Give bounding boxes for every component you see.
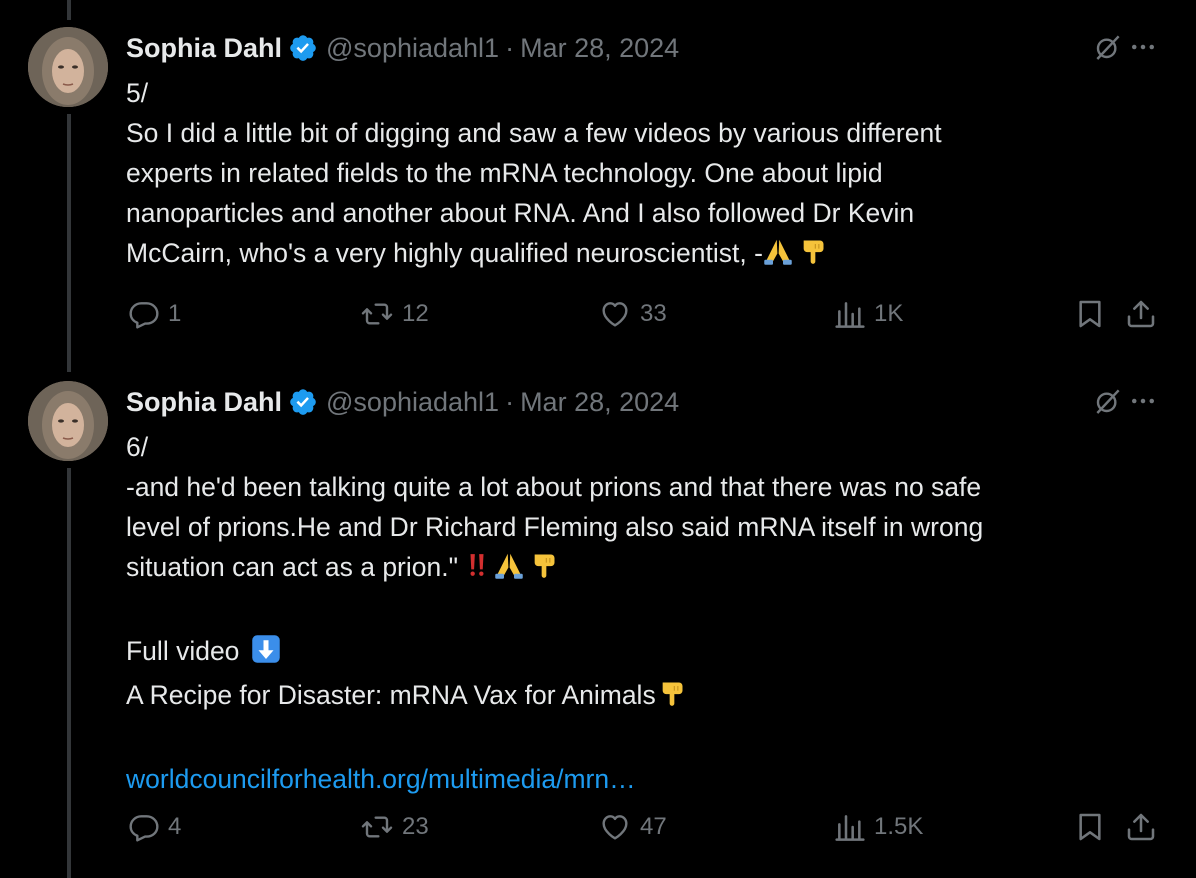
views-icon [834, 811, 866, 843]
external-link[interactable]: worldcouncilforhealth.org/multimedia/mrn… [126, 764, 636, 794]
tweet-text-line-with-emoji: situation can act as a prion." [126, 547, 1136, 591]
grok-icon[interactable] [1092, 385, 1124, 422]
video-title-line: A Recipe for Disaster: mRNA Vax for Anim… [126, 675, 1136, 719]
more-icon[interactable] [1128, 386, 1158, 421]
down-arrow-emoji [251, 634, 281, 675]
reply-count: 4 [168, 813, 182, 840]
repost-button[interactable]: 23 [360, 811, 429, 843]
tweet-text-line: situation can act as a prion." [126, 552, 459, 582]
tweet-6[interactable]: Sophia Dahl @sophiadahl1 · Mar 28, 2024 … [0, 0, 1196, 878]
verified-badge-icon[interactable] [288, 387, 318, 417]
reply-icon [128, 811, 160, 843]
tweet-number: 6/ [126, 432, 149, 462]
tweet-text-line: -and he'd been talking quite a lot about… [126, 472, 982, 502]
pointing-down-emoji [530, 550, 558, 591]
tweet-actions: 4 23 47 1.5K [0, 811, 1196, 851]
share-button[interactable] [1124, 811, 1158, 843]
author-handle[interactable]: @sophiadahl1 [326, 387, 499, 418]
tweet-body: 6/ -and he'd been talking quite a lot ab… [126, 427, 1136, 799]
full-video-label: Full video [126, 636, 240, 666]
tweet-top-actions [1092, 385, 1158, 422]
bookmark-button[interactable] [1074, 811, 1106, 843]
bookmark-icon [1074, 811, 1106, 843]
double-exclamation-emoji [464, 550, 490, 591]
like-count: 47 [640, 813, 667, 840]
tweet-date[interactable]: Mar 28, 2024 [520, 387, 679, 418]
author-name[interactable]: Sophia Dahl [126, 387, 282, 418]
views-button[interactable]: 1.5K [834, 811, 923, 843]
tweet-header: Sophia Dahl @sophiadahl1 · Mar 28, 2024 [126, 385, 679, 419]
repost-count: 23 [402, 813, 429, 840]
like-icon [598, 811, 632, 843]
video-title: A Recipe for Disaster: mRNA Vax for Anim… [126, 680, 656, 710]
like-button[interactable]: 47 [598, 811, 667, 843]
repost-icon [360, 811, 394, 843]
avatar[interactable] [28, 381, 108, 461]
separator: · [505, 386, 515, 417]
folded-hands-emoji [494, 550, 524, 591]
reply-button[interactable]: 4 [128, 811, 181, 843]
share-icon [1124, 811, 1158, 843]
tweet-text-line: level of prions.He and Dr Richard Flemin… [126, 512, 984, 542]
pointing-down-emoji [658, 678, 686, 719]
full-video-line: Full video [126, 631, 1136, 675]
views-count: 1.5K [874, 813, 924, 840]
